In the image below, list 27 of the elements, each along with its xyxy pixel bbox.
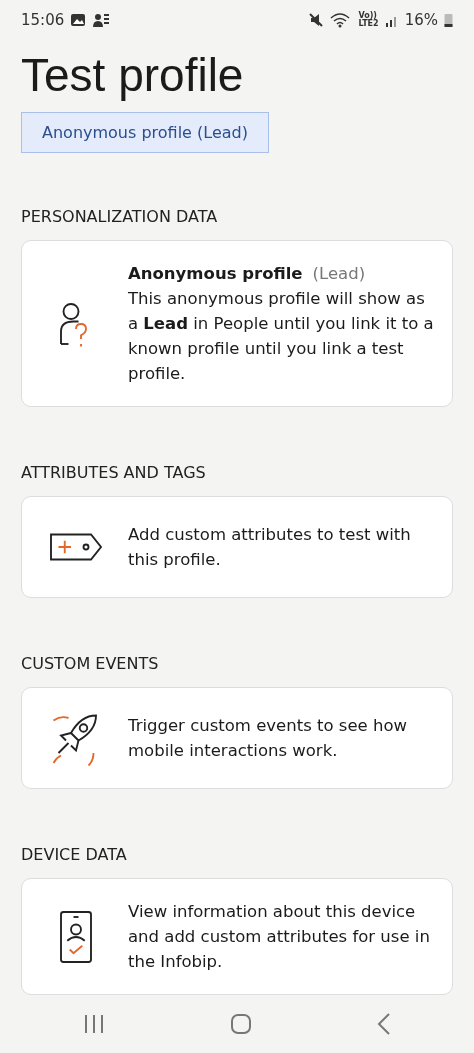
home-icon[interactable] [230,1013,252,1036]
info-card[interactable]: Add custom attributes to test with this profile. [21,496,453,599]
lead-tag: (Lead) [312,264,366,284]
info-card[interactable]: View information about this device and add custom attributes for use in the Infobip. [21,878,453,996]
card-text: View information about this device and add custom attributes for use in the Infobip. [128,901,431,974]
section-heading: CUSTOM EVENTS [21,654,160,674]
recent-apps-icon[interactable] [83,1014,106,1035]
contact-card-icon [92,12,111,29]
back-icon[interactable] [376,1013,391,1036]
profile-badge: Anonymous profile (Lead) [21,112,269,154]
muted-speaker-icon [308,12,325,29]
section-heading: ATTRIBUTES AND TAGS [21,463,207,483]
battery-percent: 16% [404,11,438,30]
network-label: LTE2 [358,20,379,29]
image-icon [70,13,87,28]
battery-icon [444,12,453,29]
page-title: Test profile [21,48,245,103]
card-text: Trigger custom events to see how mobile interactions work. [128,715,408,763]
section-heading: PERSONALIZATION DATA [21,207,219,227]
volte-label: Vo)) [358,12,379,21]
card-title: Anonymous profile (Lead) [128,263,367,286]
info-card[interactable]: Trigger custom events to see how mobile interactions work. [21,687,453,790]
section-heading: DEVICE DATA [21,845,128,865]
clock-time: 15:06 [21,11,65,30]
info-card[interactable]: Anonymous profile (Lead) This anonymous profile will show as a Lead in People until you link it to a known profile until you link a test profile. [21,240,453,408]
card-text: Add custom attributes to test with this profile. [128,524,412,572]
card-text: This anonymous profile will show as a Lead in People until you link it to a known profile until you link a test profile. [128,288,435,386]
